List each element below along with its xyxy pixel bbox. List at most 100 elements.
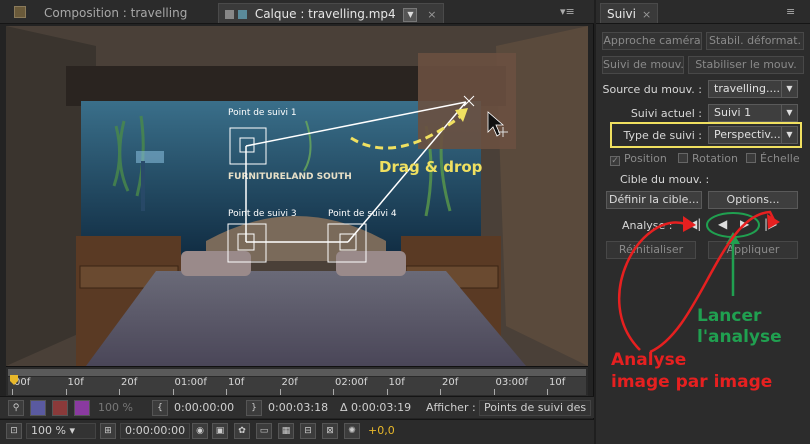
- chevron-down-icon: ▼: [781, 127, 797, 143]
- composition-panel: Composition : travelling Calque : travel…: [0, 0, 619, 444]
- ruler-tick-mark: [172, 389, 174, 395]
- tab-suivi[interactable]: Suivi ×: [600, 3, 659, 23]
- transparency-grid-icon[interactable]: ▦: [278, 423, 294, 439]
- position-checkbox[interactable]: ✓ Position: [610, 152, 667, 166]
- tracking-overlay: [227, 95, 508, 263]
- close-icon[interactable]: ×: [427, 8, 436, 21]
- ruler-tick-label: 10f: [549, 377, 566, 388]
- tab-layer-label: Calque : travelling.mp4: [254, 7, 396, 21]
- ruler-tick-label: 03:00f: [495, 377, 528, 388]
- panel-options-icon[interactable]: ≡: [786, 5, 795, 18]
- ruler-tick-label: 01:00f: [174, 377, 207, 388]
- region-icon[interactable]: ▭: [256, 423, 272, 439]
- image-par-image-line2: image par image: [611, 372, 773, 392]
- layer-transport-bar: ⚲ 100 % { 0:00:00:00 } 0:00:03:18 Δ 0:00…: [0, 396, 594, 418]
- analyse-label: Analyse :: [622, 219, 673, 232]
- exposure-icon[interactable]: ✺: [344, 423, 360, 439]
- ruler-tick-mark: [493, 389, 495, 395]
- rgb-channels-icon[interactable]: ✿: [234, 423, 250, 439]
- position-label: Position: [624, 152, 667, 165]
- camera-icon[interactable]: ◉: [192, 423, 208, 439]
- echelle-checkbox[interactable]: Échelle: [746, 152, 800, 165]
- options-button[interactable]: Options...: [708, 191, 798, 209]
- tab-composition[interactable]: Composition : travelling: [38, 3, 193, 23]
- zoom-dropdown[interactable]: 100 % ▾: [26, 423, 96, 439]
- source-dropdown[interactable]: travelling.... ▼: [708, 80, 798, 98]
- check-icon: ✓: [610, 156, 620, 166]
- layer-viewer[interactable]: FURNITURELAND SOUTH Point de suivi 1 Poi…: [6, 26, 588, 366]
- viewer-toolbar: ⊡ 100 % ▾ ⊞ 0:00:00:00 ◉ ▣ ✿ ▭ ▦ ⊟ ⊠ ✺ +…: [0, 419, 594, 444]
- tab-bar: Composition : travelling Calque : travel…: [0, 0, 594, 24]
- mask-icon[interactable]: [52, 400, 68, 416]
- type-value: Perspectiv...: [714, 128, 781, 141]
- chevron-down-icon[interactable]: ▼: [403, 8, 418, 22]
- reinitialiser-button[interactable]: Réinitialiser: [606, 241, 696, 259]
- ruler-tick-mark: [65, 389, 67, 395]
- work-area-bar[interactable]: [8, 369, 586, 376]
- image-par-image-line1: Analyse: [611, 350, 687, 370]
- ruler-tick-label: 20f: [442, 377, 459, 388]
- out-time[interactable]: 0:00:03:18: [268, 401, 328, 414]
- grid-icon[interactable]: ⊞: [100, 423, 116, 439]
- stabiliser-button[interactable]: Stabiliser le mouv.: [688, 56, 804, 74]
- suivi-actuel-dropdown[interactable]: Suivi 1 ▼: [708, 104, 798, 122]
- ruler-tick-mark: [333, 389, 334, 395]
- ruler-tick-label: 20f: [121, 377, 138, 388]
- exposure-value[interactable]: +0,0: [368, 424, 395, 437]
- lock-icon: [225, 10, 234, 19]
- stabil-deformat-button[interactable]: Stabil. déformat.: [706, 32, 804, 50]
- show-label: Afficher :: [426, 401, 476, 414]
- in-time[interactable]: 0:00:00:00: [174, 401, 234, 414]
- flowchart-icon[interactable]: ⊟: [300, 423, 316, 439]
- ruler-tick-label: 20f: [281, 377, 298, 388]
- analyse-forward-frame-icon[interactable]: |▶: [764, 217, 777, 231]
- definir-cible-button[interactable]: Définir la cible...: [606, 191, 702, 209]
- drag-drop-annotation: Drag & drop: [379, 158, 483, 176]
- suivi-mouv-button[interactable]: Suivi de mouv.: [602, 56, 684, 74]
- approche-camera-button[interactable]: Approche caméra: [602, 32, 702, 50]
- lancer-annotation-line1: Lancer: [697, 306, 762, 326]
- opacity-value: 100 %: [98, 401, 133, 414]
- set-in-icon[interactable]: {: [152, 400, 168, 416]
- ruler-tick-label: 10f: [228, 377, 245, 388]
- ruler-tick-label: 02:00f: [335, 377, 368, 388]
- type-label: Type de suivi :: [623, 129, 702, 142]
- track-point-3-label: Point de suivi 3: [228, 209, 297, 219]
- ruler-tick-mark: [547, 389, 548, 395]
- close-icon[interactable]: ×: [642, 8, 651, 21]
- appliquer-button[interactable]: Appliquer: [708, 241, 798, 259]
- source-label: Source du mouv. :: [602, 83, 703, 96]
- echelle-label: Échelle: [760, 152, 800, 165]
- tab-layer[interactable]: Calque : travelling.mp4 ▼ ×: [218, 3, 444, 23]
- timecode-field[interactable]: 0:00:00:00: [120, 423, 190, 439]
- analyse-backward-icon[interactable]: ◀: [718, 217, 727, 231]
- tab-composition-label: Composition : travelling: [44, 6, 188, 20]
- ruler-tick-label: 10f: [67, 377, 84, 388]
- rotation-checkbox[interactable]: Rotation: [678, 152, 738, 165]
- layer-color-icon[interactable]: [30, 400, 46, 416]
- set-out-icon[interactable]: }: [246, 400, 262, 416]
- always-preview-icon[interactable]: ⊡: [6, 423, 22, 439]
- ruler-tick-mark: [440, 389, 441, 395]
- analyse-forward-icon[interactable]: ▶: [740, 217, 749, 231]
- motion-path-icon[interactable]: ⚲: [8, 400, 24, 416]
- layout-icon[interactable]: ⊠: [322, 423, 338, 439]
- suivi-actuel-value: Suivi 1: [714, 106, 752, 119]
- track-point-4-label: Point de suivi 4: [328, 209, 397, 219]
- type-dropdown[interactable]: Perspectiv... ▼: [708, 126, 798, 144]
- lancer-annotation-line2: l'analyse: [697, 327, 782, 347]
- ruler-tick-mark: [12, 389, 13, 395]
- panel-options-icon[interactable]: ▾≡: [560, 5, 575, 18]
- cible-label: Cible du mouv. :: [620, 173, 710, 186]
- checkbox-box: [678, 153, 688, 163]
- color-label-icon[interactable]: [74, 400, 90, 416]
- snapshot-icon[interactable]: ▣: [212, 423, 228, 439]
- ruler-ticks[interactable]: 00f 10f 20f 01:00f 10f 20f 02:00f 10f 20f 03:00f 1…: [8, 377, 619, 395]
- analyse-back-frame-icon[interactable]: ◀|: [688, 217, 701, 231]
- show-dropdown[interactable]: Points de suivi des m: [479, 400, 591, 416]
- panel-menu-icon[interactable]: [14, 6, 26, 18]
- time-ruler[interactable]: 00f 10f 20f 01:00f 10f 20f 02:00f 10f 20f 03:00f 1…: [6, 366, 619, 396]
- chevron-down-icon: ▼: [781, 105, 797, 121]
- zoom-value: 100 %: [31, 424, 66, 437]
- rotation-label: Rotation: [692, 152, 739, 165]
